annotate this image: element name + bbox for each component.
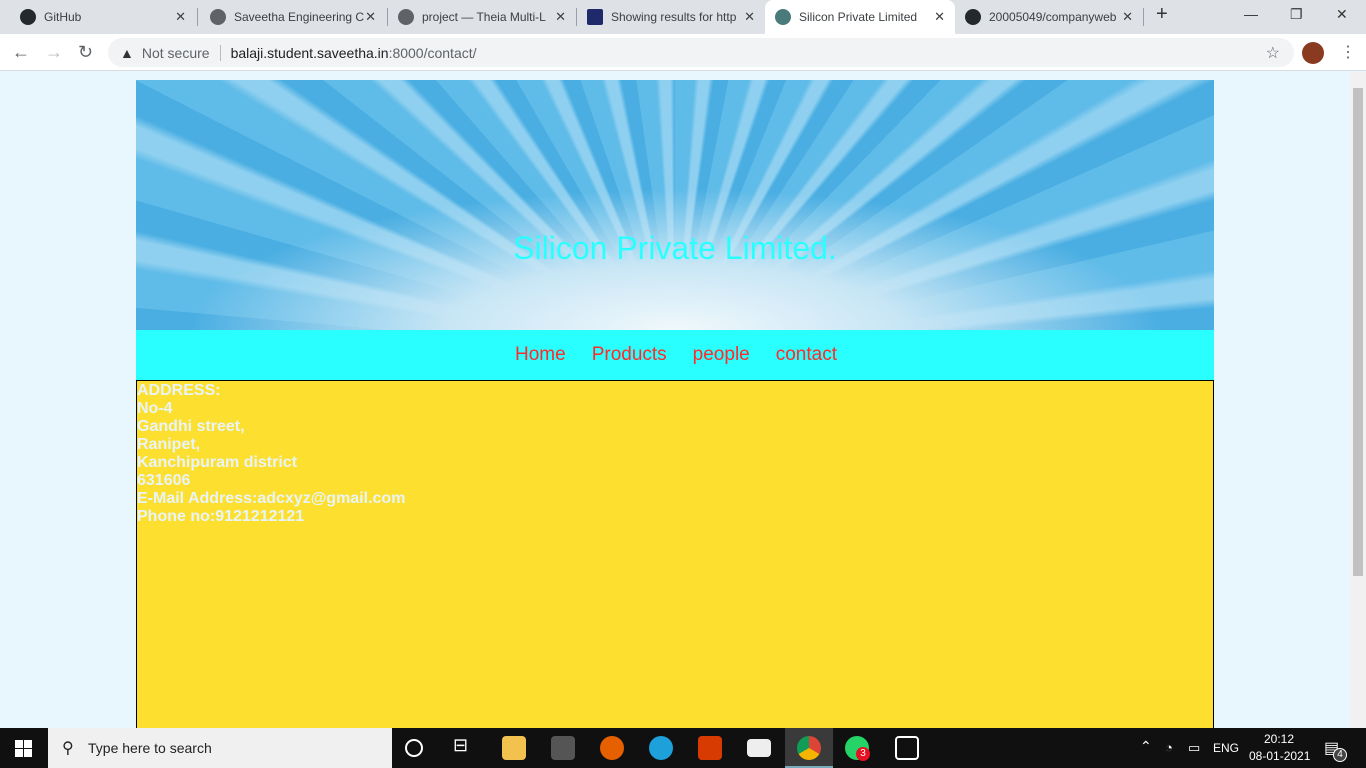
nav-products[interactable]: Products [592, 344, 667, 366]
close-icon[interactable]: ✕ [934, 9, 945, 25]
address-bar-row: ← → ↻ ▲ Not secure balaji.student.saveet… [0, 34, 1366, 71]
chevron-up-icon[interactable]: ⌃ [1140, 738, 1152, 755]
file-explorer-icon[interactable] [502, 736, 526, 760]
github-icon [20, 9, 36, 25]
close-icon[interactable]: ✕ [744, 9, 755, 25]
chrome-icon [797, 736, 821, 760]
address-line: No-4 [137, 400, 173, 417]
tab-saveetha[interactable]: Saveetha Engineering C ✕ [198, 0, 386, 34]
taskbar: ⚲ Type here to search ⊟ 3 ⌃ ◔ ▭ ENG 20:1… [0, 728, 1366, 768]
new-tab-button[interactable]: + [1156, 3, 1168, 26]
restore-button[interactable]: ❐ [1290, 6, 1303, 23]
clock-time[interactable]: 20:12 [1264, 732, 1294, 746]
minimize-button[interactable]: — [1244, 6, 1258, 22]
address-line: Kanchipuram district [137, 454, 298, 471]
whatsapp-badge: 3 [856, 747, 870, 761]
tab-bar: GitHub ✕ Saveetha Engineering C ✕ project … [0, 0, 1366, 34]
office-icon[interactable] [698, 736, 722, 760]
address-line: Gandhi street, [137, 418, 245, 435]
tab-companyweb[interactable]: 20005049/companyweb ✕ [955, 0, 1143, 34]
scrollbar[interactable] [1350, 72, 1366, 728]
close-icon[interactable]: ✕ [555, 9, 566, 25]
close-icon[interactable]: ✕ [365, 9, 376, 25]
nav-contact[interactable]: contact [776, 344, 837, 366]
github-icon [965, 9, 981, 25]
address-phone: Phone no:9121212121 [137, 508, 305, 525]
site-nav: Home Products people contact [136, 330, 1214, 380]
task-view-icon[interactable]: ⊟ [453, 735, 477, 759]
header-banner: Silicon Private Limited. [136, 80, 1214, 330]
gear-icon [775, 9, 791, 25]
address-heading: ADDRESS: [137, 382, 221, 399]
star-icon[interactable]: ☆ [1266, 43, 1280, 63]
globe-icon [210, 9, 226, 25]
tab-theia[interactable]: project — Theia Multi-L ✕ [388, 0, 576, 34]
address-pincode: 631606 [137, 472, 191, 489]
notification-count: 4 [1333, 748, 1347, 762]
taskbar-search[interactable]: ⚲ Type here to search [48, 728, 392, 768]
photos-icon[interactable] [895, 736, 919, 760]
battery-icon[interactable]: ▭ [1188, 740, 1200, 756]
nav-home[interactable]: Home [515, 344, 566, 366]
chrome-taskbar-button[interactable] [785, 728, 833, 768]
site-title: Silicon Private Limited. [513, 229, 837, 266]
tab-github[interactable]: GitHub ✕ [0, 0, 196, 34]
cortana-icon[interactable] [405, 739, 423, 757]
back-button[interactable]: ← [12, 42, 30, 63]
close-icon[interactable]: ✕ [175, 9, 186, 25]
forward-button[interactable]: → [45, 42, 63, 63]
reload-button[interactable]: ↻ [78, 42, 93, 63]
firefox-icon[interactable] [600, 736, 624, 760]
mail-icon[interactable] [747, 739, 771, 757]
url-input[interactable]: ▲ Not secure balaji.student.saveetha.in:… [108, 38, 1294, 67]
wifi-icon[interactable]: ◔ [1165, 740, 1173, 755]
address-email: E-Mail Address:adcxyz@gmail.com [137, 490, 406, 507]
globe-icon [398, 9, 414, 25]
clock-date[interactable]: 08-01-2021 [1249, 749, 1310, 763]
close-icon[interactable]: ✕ [1122, 9, 1133, 25]
close-window-button[interactable]: ✕ [1336, 6, 1348, 23]
nav-people[interactable]: people [693, 344, 750, 366]
tab-validator[interactable]: Showing results for http ✕ [577, 0, 765, 34]
edge-icon[interactable] [649, 736, 673, 760]
menu-icon[interactable]: ⋮ [1340, 42, 1356, 62]
page-viewport: Silicon Private Limited. Home Products p… [0, 72, 1350, 740]
store-icon[interactable] [551, 736, 575, 760]
scrollbar-thumb[interactable] [1353, 88, 1363, 576]
contact-address: ADDRESS: No-4 Gandhi street, Ranipet, Ka… [136, 380, 1214, 740]
start-button[interactable] [15, 740, 32, 757]
tab-silicon[interactable]: Silicon Private Limited ✕ [765, 0, 955, 34]
avatar[interactable] [1302, 42, 1324, 64]
language-indicator[interactable]: ENG [1213, 741, 1239, 755]
address-line: Ranipet, [137, 436, 201, 453]
warning-icon: ▲ [120, 44, 134, 61]
validator-icon [587, 9, 603, 25]
search-icon: ⚲ [62, 740, 74, 757]
